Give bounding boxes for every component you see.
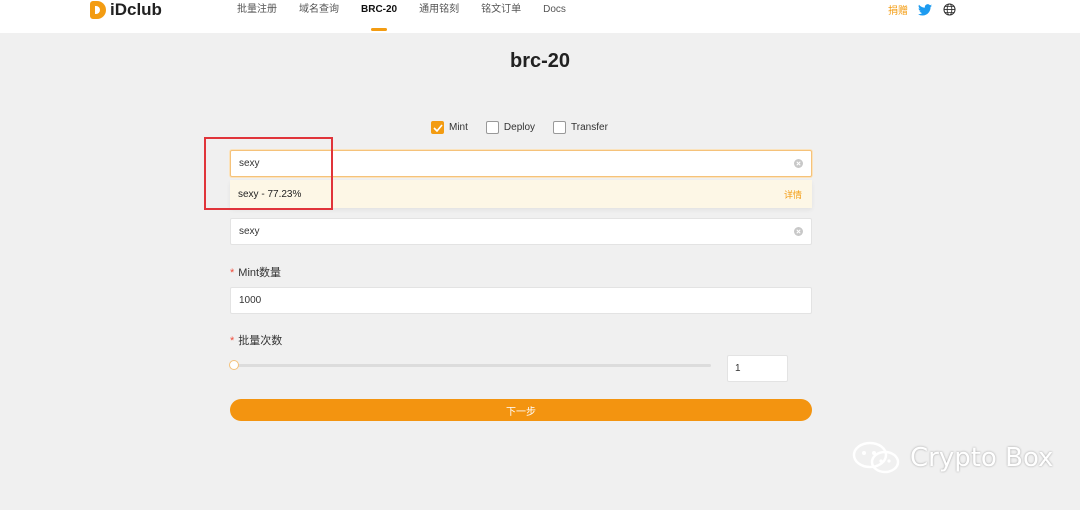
top-navbar: iDclub 批量注册 域名查询 BRC-20 通用铭刻 铭文订单 Docs 捐… [0, 0, 1080, 33]
logo-text: iDclub [110, 0, 162, 19]
tab-mint[interactable]: Mint [431, 121, 468, 134]
suggestion-text: sexy - 77.23% [238, 188, 302, 200]
nav-item-general-inscribe[interactable]: 通用铭刻 [419, 0, 459, 33]
header-tools: 捐赠 [888, 2, 956, 17]
tick-search-input[interactable] [239, 158, 794, 169]
batch-slider-handle[interactable] [229, 360, 239, 370]
batch-count-label: * 批量次数 [230, 332, 282, 348]
nav-item-domain-search[interactable]: 域名查询 [299, 0, 339, 33]
mint-amount-label: * Mint数量 [230, 264, 281, 280]
next-step-button[interactable]: 下一步 [230, 399, 812, 421]
autocomplete-suggestion[interactable]: sexy - 77.23% 详情 [230, 180, 812, 208]
tick-search-field[interactable] [230, 150, 812, 177]
main-nav: 批量注册 域名查询 BRC-20 通用铭刻 铭文订单 Docs [237, 0, 588, 33]
operation-tabs: Mint Deploy Transfer [431, 121, 626, 134]
nav-item-batch-register[interactable]: 批量注册 [237, 0, 277, 33]
clear-icon[interactable] [794, 227, 803, 236]
wechat-icon [852, 441, 900, 474]
tick-input[interactable] [239, 226, 794, 237]
tab-transfer[interactable]: Transfer [553, 121, 608, 134]
donate-link[interactable]: 捐赠 [888, 2, 908, 17]
batch-count-input[interactable] [735, 363, 780, 374]
nav-item-docs[interactable]: Docs [543, 0, 566, 33]
required-mark: * [230, 335, 235, 347]
batch-slider-track[interactable] [234, 364, 711, 367]
watermark-text: Crypto Box [910, 443, 1054, 473]
mint-checkbox[interactable] [431, 121, 444, 134]
tab-deploy[interactable]: Deploy [485, 121, 536, 134]
batch-count-box[interactable] [727, 355, 788, 382]
watermark: Crypto Box [852, 441, 1053, 475]
tick-field[interactable] [230, 218, 812, 245]
batch-count-label-text: 批量次数 [238, 335, 283, 347]
nav-item-inscription-orders[interactable]: 铭文订单 [481, 0, 521, 33]
globe-icon[interactable] [942, 3, 956, 17]
logo-mark-icon [90, 1, 106, 19]
tab-deploy-label: Deploy [503, 122, 536, 133]
clear-icon[interactable] [794, 159, 803, 168]
transfer-checkbox[interactable] [553, 121, 567, 134]
tab-transfer-label: Transfer [571, 122, 608, 133]
logo[interactable]: iDclub [90, 0, 162, 20]
tab-mint-label: Mint [449, 122, 468, 133]
checkmark-icon [432, 123, 443, 132]
required-mark: * [230, 267, 235, 279]
mint-amount-label-text: Mint数量 [238, 267, 282, 279]
deploy-checkbox[interactable] [485, 121, 499, 134]
nav-item-brc20[interactable]: BRC-20 [361, 0, 397, 33]
mint-amount-field[interactable] [230, 287, 812, 314]
mint-amount-input[interactable] [239, 295, 803, 306]
page-title: brc-20 [509, 50, 571, 72]
suggestion-detail-link[interactable]: 详情 [784, 188, 802, 201]
twitter-icon[interactable] [918, 3, 932, 17]
